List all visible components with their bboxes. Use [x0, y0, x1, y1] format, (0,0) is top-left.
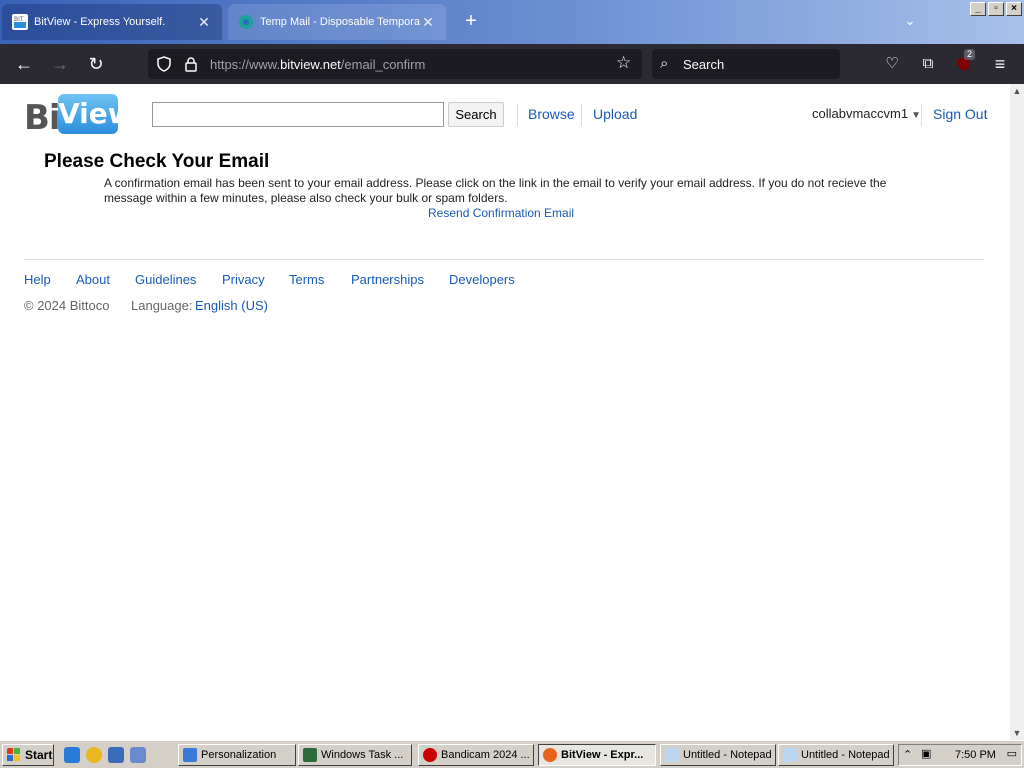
search-placeholder: Search	[683, 57, 725, 72]
start-label: Start	[25, 748, 53, 762]
forward-arrow-icon[interactable]: →	[48, 52, 72, 76]
page-scrollbar[interactable]: ▲ ▼	[1010, 84, 1024, 740]
tab-bitview[interactable]: BIT BitView - Express Yourself. ✕	[2, 4, 222, 40]
taskbar-item-firefox[interactable]: BitView - Expr...	[538, 744, 656, 766]
navigation-toolbar: ← → ↻ https://www.bitview.net/email_conf…	[0, 44, 1024, 84]
system-tray: ⌃ ▣ 7:50 PM ▭	[898, 744, 1022, 766]
restore-window-button[interactable]: ▫	[988, 2, 1004, 16]
sign-out-link[interactable]: Sign Out	[933, 106, 987, 122]
confirmation-message: A confirmation email has been sent to yo…	[104, 176, 887, 205]
footer-link-privacy[interactable]: Privacy	[222, 272, 265, 287]
task-manager-icon	[303, 748, 317, 762]
url-host: bitview.net	[280, 57, 341, 72]
chevron-down-icon: ▼	[911, 110, 921, 121]
tab-label: Temp Mail - Disposable Temporary	[260, 16, 420, 28]
bookmark-star-icon[interactable]: ☆	[616, 53, 631, 73]
taskbar-item-bandicam[interactable]: Bandicam 2024 ...	[418, 744, 534, 766]
url-bar[interactable]: https://www.bitview.net/email_confirm ☆	[148, 49, 642, 79]
taskbar-item-label: BitView - Expr...	[561, 749, 644, 761]
resend-confirmation-link[interactable]: Resend Confirmation Email	[428, 206, 574, 220]
reload-icon[interactable]: ↻	[84, 52, 108, 76]
close-tab-icon[interactable]: ✕	[420, 14, 436, 31]
site-search-button[interactable]: Search	[448, 102, 504, 127]
footer-link-partnerships[interactable]: Partnerships	[351, 272, 424, 287]
site-search-input[interactable]	[152, 102, 444, 127]
tab-bar: BIT BitView - Express Yourself. ✕ Temp M…	[0, 0, 1024, 44]
bitview-logo[interactable]: Bit View	[24, 94, 134, 138]
start-button[interactable]: Start	[2, 744, 54, 766]
close-tab-icon[interactable]: ✕	[196, 14, 212, 31]
notepad-icon	[665, 748, 679, 762]
logo-view: View	[58, 94, 134, 134]
media-player-icon[interactable]	[130, 747, 146, 763]
list-tabs-chevron-icon[interactable]: ⌄	[900, 12, 920, 32]
page-title: Please Check Your Email	[44, 151, 270, 172]
url-prefix: https://www.	[210, 57, 281, 72]
username: collabvmaccvm1	[812, 106, 909, 121]
tab-temp-mail[interactable]: Temp Mail - Disposable Temporary ✕	[228, 4, 446, 40]
taskbar-item-task-manager[interactable]: Windows Task ...	[298, 744, 412, 766]
url-path: /email_confirm	[340, 57, 426, 72]
browser-search-field[interactable]: ⌕ Search	[652, 49, 840, 79]
upload-link[interactable]: Upload	[593, 106, 637, 122]
footer-link-about[interactable]: About	[76, 272, 110, 287]
language-label: Language:	[131, 298, 193, 313]
windows-logo-icon	[7, 748, 20, 761]
page-content: Bit View Search Browse Upload collabvmac…	[0, 84, 1010, 740]
bandicam-icon	[423, 748, 437, 762]
copyright: © 2024 Bittoco	[24, 298, 110, 313]
bitview-favicon-icon: BIT	[12, 14, 28, 30]
footer-link-guidelines[interactable]: Guidelines	[135, 272, 196, 287]
firefox-icon	[543, 748, 557, 762]
header-divider	[581, 104, 582, 126]
extensions-icon[interactable]: ⧉	[916, 52, 940, 76]
new-tab-button[interactable]: +	[460, 10, 482, 34]
back-arrow-icon[interactable]: ←	[12, 52, 36, 76]
minimize-window-button[interactable]: _	[970, 2, 986, 16]
shield-icon[interactable]	[156, 56, 172, 72]
header-divider	[517, 104, 518, 126]
url-text: https://www.bitview.net/email_confirm	[210, 57, 425, 72]
menu-hamburger-icon[interactable]: ≡	[988, 52, 1012, 76]
header-divider	[921, 104, 922, 126]
network-icon[interactable]: ▣	[921, 747, 931, 760]
pocket-icon[interactable]: ♡	[880, 52, 904, 76]
scroll-up-arrow-icon[interactable]: ▲	[1012, 86, 1022, 96]
language-selector-link[interactable]: English (US)	[195, 298, 268, 313]
taskbar-item-label: Personalization	[201, 749, 277, 761]
search-icon: ⌕	[660, 55, 669, 72]
personalization-icon	[183, 748, 197, 762]
chrome-icon[interactable]	[86, 747, 102, 763]
extension-badge: 2	[964, 49, 976, 60]
ublock-extension-icon[interactable]: 2	[952, 49, 976, 76]
taskbar-item-label: Bandicam 2024 ...	[441, 749, 530, 761]
footer-divider	[24, 259, 984, 260]
taskbar-item-label: Windows Task ...	[321, 749, 404, 761]
window-controls: _ ▫ ×	[970, 2, 1022, 16]
scroll-down-arrow-icon[interactable]: ▼	[1012, 728, 1022, 738]
windows-taskbar: Start Personalization Windows Task ... B…	[0, 740, 1024, 768]
footer-link-terms[interactable]: Terms	[289, 272, 324, 287]
footer-link-help[interactable]: Help	[24, 272, 51, 287]
tab-label: BitView - Express Yourself.	[34, 16, 166, 28]
footer-link-developers[interactable]: Developers	[449, 272, 515, 287]
internet-explorer-icon[interactable]	[64, 747, 80, 763]
clock[interactable]: 7:50 PM	[955, 749, 996, 761]
taskbar-item-personalization[interactable]: Personalization	[178, 744, 296, 766]
lock-icon[interactable]	[184, 56, 198, 72]
close-window-button[interactable]: ×	[1006, 2, 1022, 16]
taskbar-item-notepad[interactable]: Untitled - Notepad	[778, 744, 894, 766]
svg-text:BIT: BIT	[14, 16, 24, 23]
browse-link[interactable]: Browse	[528, 106, 575, 122]
volume-icon[interactable]: ▭	[1007, 747, 1017, 760]
expand-tray-icon[interactable]: ⌃	[903, 748, 912, 761]
taskbar-item-label: Untitled - Notepad	[801, 749, 890, 761]
user-menu[interactable]: collabvmaccvm1 ▼	[812, 106, 921, 121]
show-desktop-icon[interactable]	[108, 747, 124, 763]
taskbar-item-label: Untitled - Notepad	[683, 749, 772, 761]
temp-mail-favicon-icon	[239, 15, 253, 29]
taskbar-item-notepad[interactable]: Untitled - Notepad	[660, 744, 776, 766]
notepad-icon	[783, 748, 797, 762]
